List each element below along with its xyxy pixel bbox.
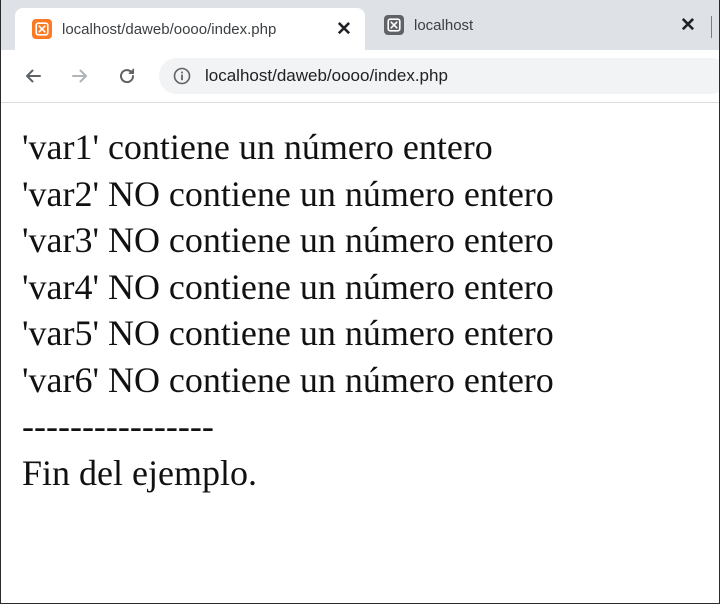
reload-icon xyxy=(120,68,135,84)
browser-window: localhost/daweb/oooo/index.php ✕ localho… xyxy=(0,0,720,604)
reload-button[interactable] xyxy=(113,62,141,90)
close-icon[interactable]: ✕ xyxy=(677,14,699,36)
output-line: 'var4' NO contiene un número entero xyxy=(22,266,554,307)
output-line: 'var3' NO contiene un número entero xyxy=(22,220,554,260)
separator-line: ---------------- xyxy=(22,406,214,446)
generic-page-icon xyxy=(384,15,404,35)
toolbar: localhost/daweb/oooo/index.php xyxy=(1,50,719,103)
back-arrow-icon xyxy=(26,69,41,83)
back-button[interactable] xyxy=(19,62,47,90)
info-icon[interactable] xyxy=(173,67,191,85)
forward-button[interactable] xyxy=(66,62,94,90)
forward-arrow-icon xyxy=(72,69,87,83)
close-icon[interactable]: ✕ xyxy=(333,18,355,40)
xampp-icon xyxy=(32,19,52,39)
output-line: 'var1' contiene un número entero xyxy=(22,127,493,167)
end-message: Fin del ejemplo. xyxy=(22,452,257,493)
url-text: localhost/daweb/oooo/index.php xyxy=(205,66,448,85)
tab-title: localhost xyxy=(414,16,474,34)
output-line: 'var2' NO contiene un número entero xyxy=(22,173,554,214)
output-line: 'var6' NO contiene un número entero xyxy=(22,359,554,400)
output-line: 'var5' NO contiene un número entero xyxy=(22,313,554,353)
tab-strip: localhost/daweb/oooo/index.php ✕ localho… xyxy=(1,0,719,50)
address-bar[interactable]: localhost/daweb/oooo/index.php xyxy=(159,58,719,94)
tab-separator xyxy=(711,16,712,38)
tab-active[interactable]: localhost/daweb/oooo/index.php ✕ xyxy=(15,8,365,50)
tab-title: localhost/daweb/oooo/index.php xyxy=(62,20,333,38)
tab-inactive[interactable]: localhost ✕ xyxy=(367,8,709,42)
page-content: 'var1' contiene un número entero 'var2' … xyxy=(22,124,554,496)
